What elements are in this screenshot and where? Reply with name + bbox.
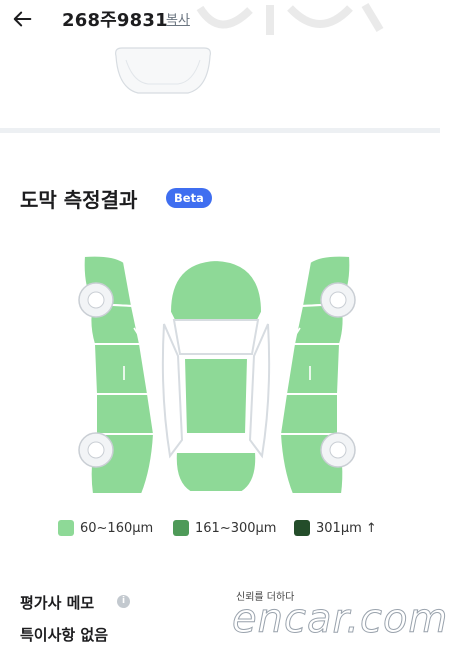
legend-item-high: 301μm ↑: [294, 520, 377, 536]
legend-swatch-high: [294, 520, 310, 536]
left-panel-front-door: [92, 343, 150, 395]
legend-item-mid: 161~300μm: [173, 520, 276, 536]
memo-title: 평가사 메모: [20, 594, 95, 612]
top-panel-windshield: [172, 319, 260, 355]
watermark-logo: encar.com: [231, 596, 449, 643]
watermark-remnant: [196, 2, 384, 35]
top-panel-roof: [182, 357, 250, 435]
arrow-left-icon[interactable]: [12, 8, 34, 30]
info-icon[interactable]: i: [117, 595, 130, 608]
legend: 60~160μm 161~300μm 301μm ↑: [58, 520, 398, 540]
left-panel-rear-door: [95, 393, 156, 435]
top-panel-hood: [168, 258, 264, 321]
right-panel-rear-door: [278, 393, 339, 435]
car-rear-preview: [115, 47, 211, 94]
section-divider: [0, 128, 440, 133]
legend-label-mid: 161~300μm: [195, 520, 277, 536]
legend-label-high: 301μm ↑: [316, 520, 377, 536]
right-panel-front-door: [284, 343, 342, 395]
legend-swatch-mid: [173, 520, 189, 536]
copy-button[interactable]: 복사: [166, 9, 190, 28]
legend-item-low: 60~160μm: [58, 520, 153, 536]
top-panel-trunk: [174, 451, 258, 493]
plate-number: 268주9831: [62, 10, 168, 31]
paint-thickness-diagram: [78, 254, 356, 495]
legend-label-low: 60~160μm: [80, 520, 154, 536]
beta-badge: Beta: [166, 188, 212, 208]
legend-swatch-low: [58, 520, 74, 536]
section-title: 도막 측정결과: [20, 188, 138, 212]
memo-text: 특이사항 없음: [20, 626, 109, 644]
